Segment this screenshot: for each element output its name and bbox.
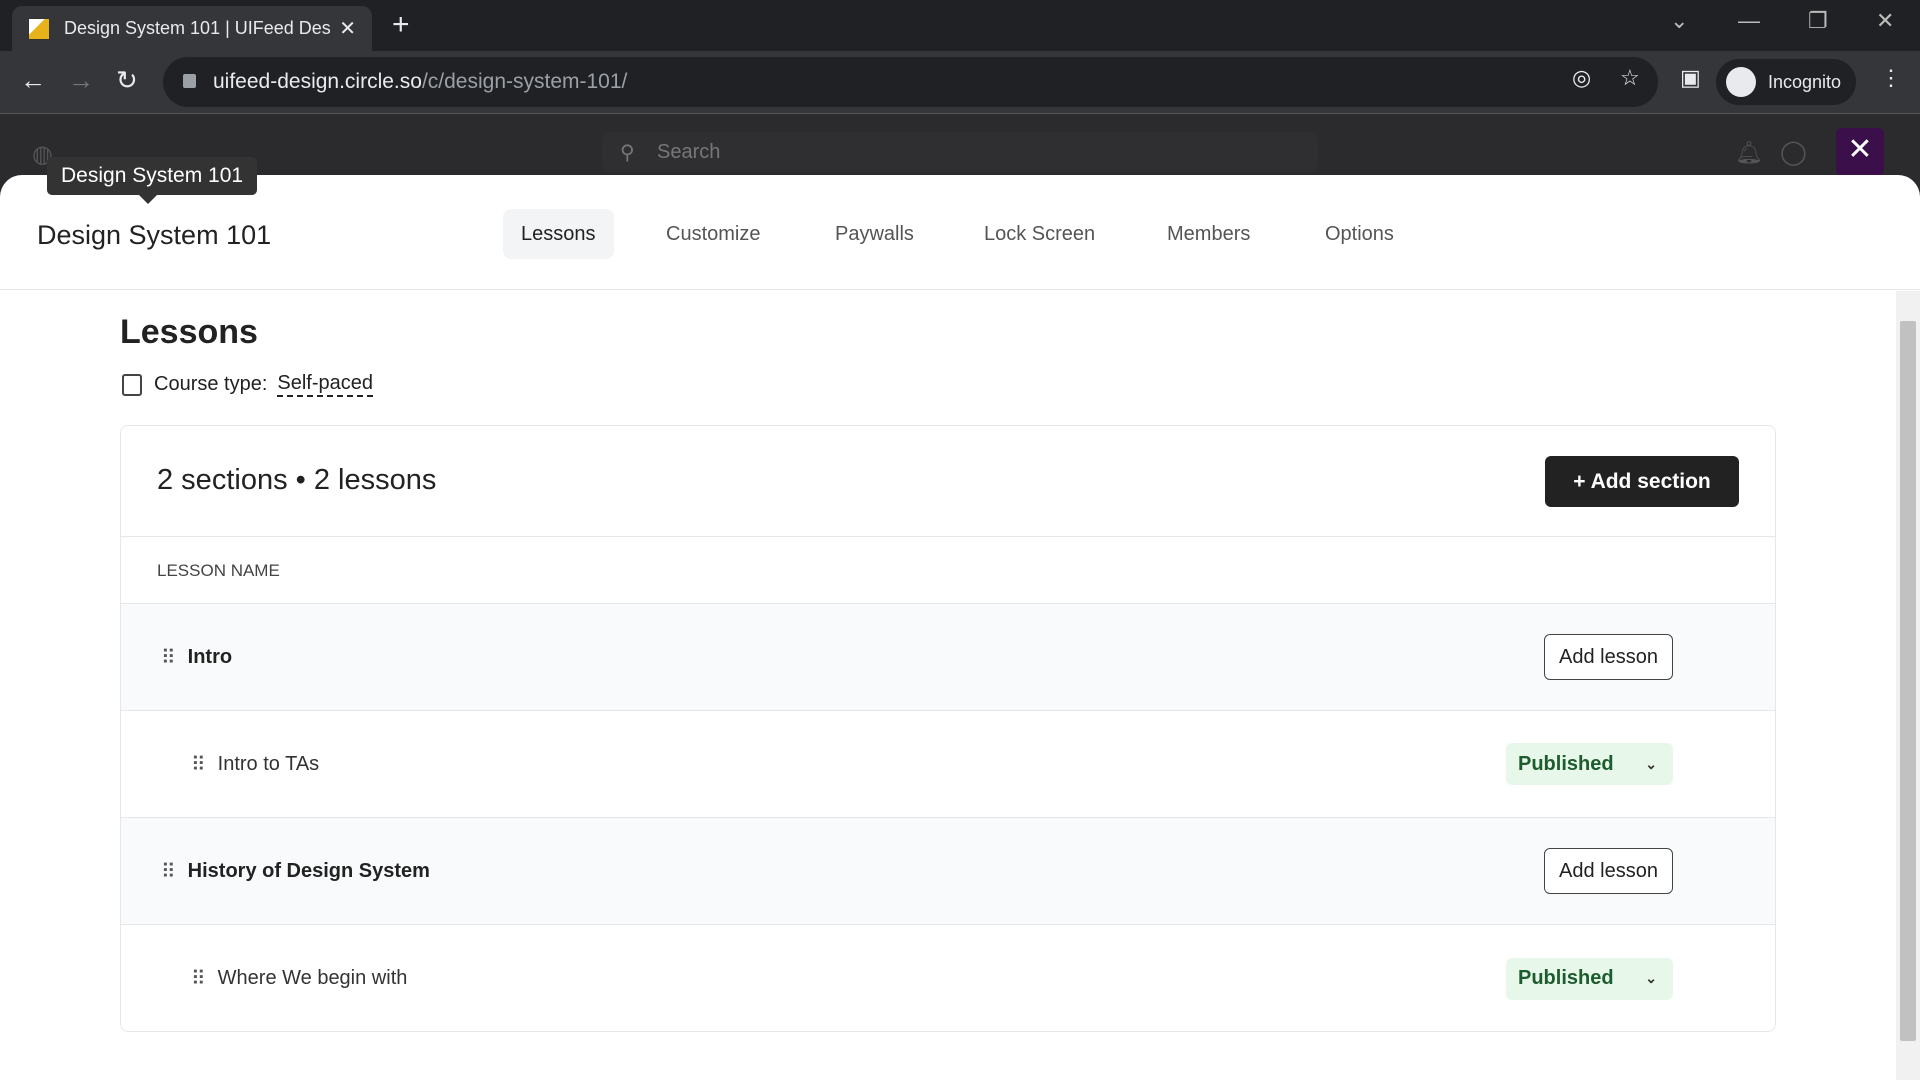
drag-handle-icon[interactable]: ⠿: [161, 645, 176, 670]
card-header: 2 sections • 2 lessons + Add section: [121, 426, 1775, 537]
modal-title: Design System 101: [37, 220, 272, 250]
url-path: /c/design-system-101/: [421, 70, 628, 93]
minimize-icon[interactable]: —: [1738, 8, 1760, 34]
status-label: Published: [1518, 967, 1614, 989]
close-tab-icon[interactable]: ✕: [339, 16, 356, 41]
course-type-link[interactable]: Self-paced: [277, 372, 374, 397]
status-dropdown[interactable]: Published ⌄: [1506, 957, 1673, 1000]
add-section-button[interactable]: + Add section: [1545, 456, 1739, 507]
tab-lessons[interactable]: Lessons: [503, 209, 614, 259]
tab-options[interactable]: Options: [1307, 209, 1412, 259]
lesson-summary: 2 sections • 2 lessons: [157, 464, 437, 496]
tooltip: Design System 101: [47, 157, 258, 204]
incognito-icon: [1726, 67, 1756, 97]
bookmark-star-icon[interactable]: ☆: [1620, 65, 1640, 91]
new-tab-icon[interactable]: +: [392, 8, 410, 42]
section-row[interactable]: ⠿ History of Design System Add lesson: [121, 818, 1775, 925]
search-placeholder: Search: [657, 140, 721, 163]
tab-paywalls[interactable]: Paywalls: [817, 209, 932, 259]
back-icon[interactable]: ←: [20, 65, 46, 96]
tab-search-icon[interactable]: ⌄: [1670, 8, 1688, 34]
section-row[interactable]: ⠿ Intro Add lesson: [121, 604, 1775, 711]
reload-icon[interactable]: ↻: [116, 65, 138, 96]
tab-title: Design System 101 | UIFeed Design: [64, 18, 332, 38]
drag-handle-icon[interactable]: ⠿: [191, 966, 206, 991]
modal-header: Design System 101 Lessons Customize Payw…: [0, 175, 1920, 290]
lesson-row[interactable]: ⠿ Intro to TAs Published ⌄: [121, 711, 1775, 818]
close-modal-button[interactable]: ✕: [1836, 128, 1884, 176]
chat-icon[interactable]: ◯: [1780, 138, 1807, 167]
course-type: Course type: Self-paced: [122, 372, 374, 397]
search-icon: ⚲: [620, 142, 635, 164]
side-panel-icon[interactable]: ▣: [1680, 65, 1701, 91]
browser-tab-bar: Design System 101 | UIFeed Design ✕ + ⌄ …: [0, 0, 1920, 51]
browser-tab[interactable]: Design System 101 | UIFeed Design ✕: [12, 6, 372, 51]
column-header-lesson-name: LESSON NAME: [121, 537, 1775, 604]
lesson-name: Intro to TAs: [217, 752, 320, 775]
profile-label: Incognito: [1768, 71, 1842, 92]
add-lesson-button[interactable]: Add lesson: [1544, 848, 1673, 894]
tracking-blocked-icon[interactable]: ◎: [1572, 65, 1591, 91]
course-type-label: Course type:: [154, 373, 268, 395]
scrollbar[interactable]: [1896, 291, 1920, 1080]
status-dropdown[interactable]: Published ⌄: [1506, 743, 1673, 785]
lesson-row[interactable]: ⠿ Where We begin with Published ⌄: [121, 925, 1775, 1031]
window-close-icon[interactable]: ✕: [1876, 8, 1894, 34]
section-name: History of Design System: [187, 859, 430, 882]
tab-customize[interactable]: Customize: [648, 209, 778, 259]
status-label: Published: [1518, 752, 1614, 775]
scrollbar-thumb[interactable]: [1900, 321, 1916, 1041]
drag-handle-icon[interactable]: ⠿: [161, 859, 176, 884]
section-name: Intro: [187, 645, 233, 668]
chevron-down-icon: ⌄: [1645, 755, 1657, 772]
list-icon: [122, 373, 142, 396]
lesson-name: Where We begin with: [217, 967, 408, 989]
url-field[interactable]: uifeed-design.circle.so/c/design-system-…: [163, 57, 1658, 107]
forward-icon[interactable]: →: [68, 65, 94, 96]
bell-icon[interactable]: 🔔︎: [1735, 140, 1763, 166]
tab-members[interactable]: Members: [1149, 209, 1268, 259]
incognito-profile[interactable]: Incognito: [1716, 59, 1856, 105]
lock-icon: [183, 74, 196, 88]
lessons-card: 2 sections • 2 lessons + Add section LES…: [120, 425, 1776, 1032]
restore-icon[interactable]: ❐: [1808, 8, 1828, 34]
tab-lock-screen[interactable]: Lock Screen: [966, 209, 1113, 259]
course-settings-modal: Design System 101 Lessons Customize Payw…: [0, 175, 1920, 1080]
drag-handle-icon[interactable]: ⠿: [191, 752, 206, 777]
url-host: uifeed-design.circle.so: [213, 70, 422, 93]
chevron-down-icon: ⌄: [1645, 970, 1657, 986]
add-lesson-button[interactable]: Add lesson: [1544, 634, 1673, 680]
menu-icon[interactable]: ⋮: [1880, 65, 1902, 91]
page-title: Lessons: [120, 313, 258, 351]
address-bar-row: ← → ↻ uifeed-design.circle.so/c/design-s…: [0, 51, 1920, 114]
search-input[interactable]: ⚲ Search: [602, 132, 1318, 172]
favicon-icon: [28, 17, 50, 40]
